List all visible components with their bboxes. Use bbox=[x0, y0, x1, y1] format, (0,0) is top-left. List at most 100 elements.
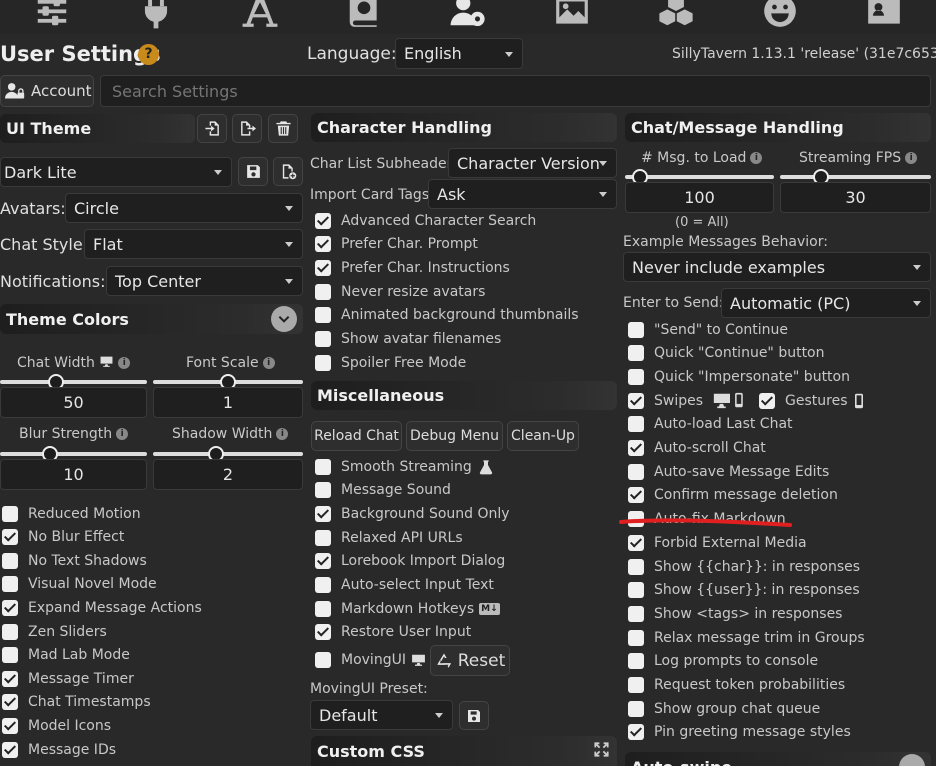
delete-theme-button[interactable] bbox=[268, 114, 298, 143]
checkbox[interactable] bbox=[315, 331, 331, 347]
reload-chat-button[interactable]: Reload Chat bbox=[311, 421, 402, 451]
checkbox[interactable] bbox=[628, 605, 644, 622]
checkbox[interactable] bbox=[628, 558, 644, 575]
checkbox[interactable] bbox=[628, 368, 644, 385]
theme-colors-toggle[interactable] bbox=[271, 306, 297, 332]
import-card-tags-select[interactable]: Ask bbox=[428, 179, 617, 209]
blur-strength-slider[interactable] bbox=[0, 446, 147, 462]
theme-preset-select[interactable]: Dark Lite bbox=[0, 157, 232, 187]
checkbox[interactable] bbox=[315, 529, 331, 546]
checkbox[interactable] bbox=[315, 212, 331, 229]
checkbox[interactable] bbox=[628, 700, 644, 717]
checkbox-message-timer[interactable]: Message Timer bbox=[2, 667, 134, 690]
checkbox-never-resize-avatars[interactable]: Never resize avatars bbox=[315, 280, 485, 303]
movingui-toggle[interactable]: MovingUI bbox=[315, 648, 427, 671]
smile-icon[interactable] bbox=[760, 0, 800, 27]
checkbox-visual-novel-mode[interactable]: Visual Novel Mode bbox=[2, 573, 157, 596]
checkbox-message-ids[interactable]: Message IDs bbox=[2, 738, 116, 761]
checkbox-chat-timestamps[interactable]: Chat Timestamps bbox=[2, 691, 151, 714]
font-scale-slider[interactable] bbox=[153, 374, 303, 390]
checkbox[interactable] bbox=[628, 440, 644, 456]
search-settings-input[interactable] bbox=[100, 75, 931, 107]
checkbox[interactable] bbox=[628, 582, 644, 599]
checkbox[interactable] bbox=[315, 283, 331, 300]
checkbox-relax-message-trim-in-groups[interactable]: Relax message trim in Groups bbox=[628, 626, 865, 649]
checkbox[interactable] bbox=[315, 505, 331, 522]
checkbox-show-group-chat-queue[interactable]: Show group chat queue bbox=[628, 697, 820, 720]
user-cog-icon[interactable] bbox=[448, 0, 488, 27]
checkbox-smooth-streaming[interactable]: Smooth Streaming bbox=[315, 455, 494, 478]
debug-menu-button[interactable]: Debug Menu bbox=[406, 421, 503, 451]
checkbox-quick-continue-button[interactable]: Quick "Continue" button bbox=[628, 342, 825, 365]
cubes-icon[interactable] bbox=[656, 0, 696, 26]
checkbox[interactable] bbox=[628, 724, 644, 741]
checkbox[interactable] bbox=[315, 307, 331, 324]
checkbox[interactable] bbox=[2, 694, 18, 711]
checkbox[interactable] bbox=[315, 624, 331, 641]
clean-up-button[interactable]: Clean-Up bbox=[507, 421, 579, 451]
movingui-reset-button[interactable]: Reset bbox=[430, 645, 510, 676]
image-icon[interactable] bbox=[552, 0, 592, 26]
id-card-icon[interactable] bbox=[864, 0, 904, 26]
help-icon[interactable]: ? bbox=[138, 44, 159, 65]
sliders-icon[interactable] bbox=[32, 0, 72, 26]
checkbox-pin-greeting-message-styles[interactable]: Pin greeting message styles bbox=[628, 721, 851, 744]
checkbox[interactable] bbox=[628, 321, 644, 338]
checkbox-zen-sliders[interactable]: Zen Sliders bbox=[2, 620, 107, 643]
checkbox[interactable] bbox=[315, 577, 331, 593]
enter-to-send-select[interactable]: Automatic (PC) bbox=[721, 288, 931, 318]
save-theme-button[interactable] bbox=[238, 157, 268, 186]
checkbox-confirm-message-deletion[interactable]: Confirm message deletion bbox=[628, 484, 838, 507]
checkbox[interactable] bbox=[315, 259, 331, 276]
checkbox-background-sound-only[interactable]: Background Sound Only bbox=[315, 502, 510, 525]
import-theme-button[interactable] bbox=[197, 114, 227, 143]
checkbox-relaxed-api-urls[interactable]: Relaxed API URLs bbox=[315, 526, 463, 549]
font-scale-input[interactable]: 1 bbox=[153, 387, 303, 418]
chat-width-input[interactable]: 50 bbox=[0, 387, 147, 418]
checkbox-show-tags-in-responses[interactable]: Show <tags> in responses bbox=[628, 602, 842, 625]
checkbox-expand-message-actions[interactable]: Expand Message Actions bbox=[2, 596, 202, 619]
checkbox-no-text-shadows[interactable]: No Text Shadows bbox=[2, 549, 147, 572]
chat-width-slider[interactable] bbox=[0, 374, 147, 390]
account-button[interactable]: Account bbox=[0, 75, 94, 107]
streaming-fps-input[interactable]: 30 bbox=[780, 182, 931, 213]
plug-icon[interactable] bbox=[136, 0, 176, 29]
checkbox-markdown-hotkeys[interactable]: Markdown Hotkeys M↓ bbox=[315, 597, 500, 620]
checkbox[interactable] bbox=[315, 354, 331, 371]
checkbox-reduced-motion[interactable]: Reduced Motion bbox=[2, 502, 141, 525]
save-movingui-button[interactable] bbox=[459, 701, 489, 730]
checkbox-advanced-character-search[interactable]: Advanced Character Search bbox=[315, 209, 536, 232]
checkbox[interactable] bbox=[628, 345, 644, 362]
checkbox[interactable] bbox=[315, 553, 331, 570]
checkbox[interactable] bbox=[628, 463, 644, 480]
checkbox[interactable] bbox=[2, 670, 18, 687]
export-theme-button[interactable] bbox=[232, 114, 262, 143]
checkbox[interactable] bbox=[315, 458, 331, 475]
notifications-select[interactable]: Top Center bbox=[106, 266, 303, 296]
streaming-fps-slider[interactable] bbox=[780, 169, 931, 185]
checkbox[interactable] bbox=[628, 416, 644, 433]
checkbox[interactable] bbox=[315, 482, 331, 499]
checkbox-show-char-in-responses[interactable]: Show {{char}}: in responses bbox=[628, 555, 860, 578]
checkbox-send-to-continue[interactable]: "Send" to Continue bbox=[628, 318, 788, 341]
checkbox-show-user-in-responses[interactable]: Show {{user}}: in responses bbox=[628, 579, 860, 602]
checkbox[interactable] bbox=[2, 552, 18, 569]
msg-to-load-slider[interactable] bbox=[625, 169, 774, 185]
checkbox[interactable] bbox=[2, 741, 18, 758]
checkbox-auto-select-input-text[interactable]: Auto-select Input Text bbox=[315, 574, 494, 597]
checkbox-request-token-probabilities[interactable]: Request token probabilities bbox=[628, 674, 845, 697]
checkbox[interactable] bbox=[315, 236, 331, 253]
avatars-select[interactable]: Circle bbox=[65, 193, 303, 223]
gestures-checkbox[interactable] bbox=[759, 392, 776, 409]
font-icon[interactable] bbox=[240, 0, 280, 27]
expand-icon[interactable] bbox=[593, 741, 610, 758]
checkbox[interactable] bbox=[628, 629, 644, 646]
checkbox[interactable] bbox=[2, 647, 18, 664]
char-list-subheader-select[interactable]: Character Version bbox=[448, 148, 617, 178]
checkbox[interactable] bbox=[315, 651, 331, 668]
language-select[interactable]: English bbox=[395, 38, 523, 69]
checkbox-quick-impersonate-button[interactable]: Quick "Impersonate" button bbox=[628, 365, 850, 388]
example-messages-select[interactable]: Never include examples bbox=[623, 252, 931, 282]
checkbox-auto-load-last-chat[interactable]: Auto-load Last Chat bbox=[628, 413, 793, 436]
checkbox[interactable] bbox=[2, 599, 18, 616]
